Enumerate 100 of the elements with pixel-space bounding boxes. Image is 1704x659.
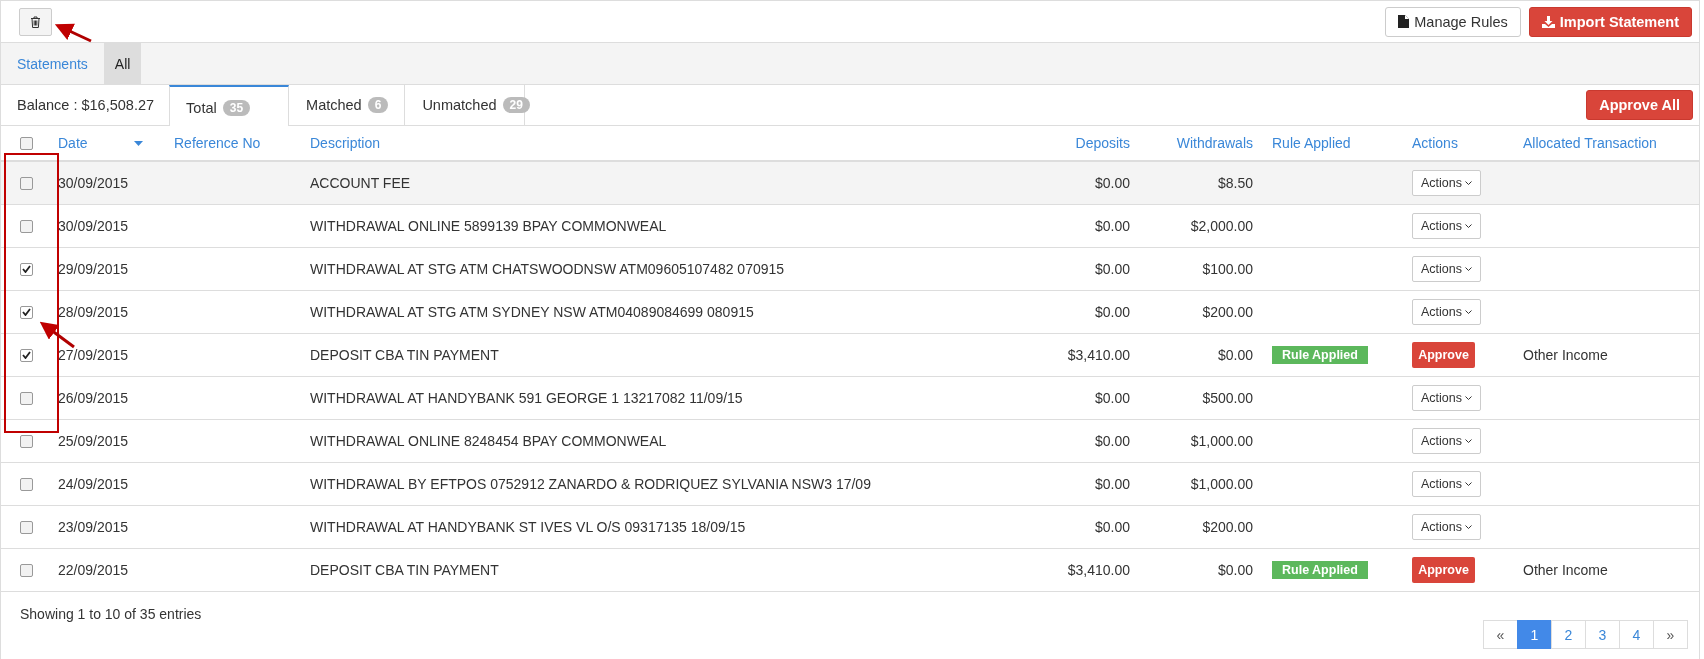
deposit-cell: $3,410.00 [1067, 347, 1130, 363]
withdrawal-cell: $100.00 [1202, 261, 1253, 277]
date-cell: 22/09/2015 [58, 562, 129, 578]
annotation-arrow [39, 321, 75, 349]
chevron-down-icon [1465, 439, 1472, 443]
actions-dropdown[interactable]: Actions [1412, 170, 1481, 196]
filter-tab[interactable]: Total 35 [169, 85, 290, 126]
approve-all-button[interactable]: Approve All [1586, 90, 1693, 120]
withdrawal-cell: $2,000.00 [1190, 218, 1253, 234]
date-cell: 27/09/2015 [58, 347, 129, 363]
filter-tab[interactable]: Unmatched 29 [405, 85, 526, 125]
description-cell: WITHDRAWAL ONLINE 8248454 BPAY COMMONWEAL [310, 433, 667, 449]
actions-dropdown[interactable]: Actions [1412, 256, 1481, 282]
deposit-cell: $0.00 [1094, 218, 1130, 234]
nav-tab[interactable]: Statements [6, 43, 99, 84]
deposit-cell: $0.00 [1094, 519, 1130, 535]
entries-info: Showing 1 to 10 of 35 entries [20, 606, 202, 622]
next-page-link[interactable]: » [1653, 620, 1688, 649]
column-header[interactable]: Date [58, 135, 88, 151]
nav-tab[interactable]: All [103, 43, 142, 84]
column-header[interactable]: Allocated Transaction [1523, 135, 1657, 151]
row-checkbox[interactable] [20, 520, 33, 534]
withdrawal-cell: $0.00 [1217, 562, 1253, 578]
column-header[interactable]: Actions [1412, 135, 1458, 151]
actions-dropdown[interactable]: Actions [1412, 299, 1481, 325]
row-checkbox[interactable] [20, 434, 33, 448]
actions-dropdown[interactable]: Actions [1412, 213, 1481, 239]
download-icon [1541, 15, 1555, 28]
count-badge: 35 [222, 99, 251, 116]
page-link[interactable]: 4 [1619, 620, 1654, 649]
withdrawal-cell: $200.00 [1202, 519, 1253, 535]
actions-dropdown[interactable]: Actions [1412, 514, 1481, 540]
annotation-arrow [54, 23, 92, 43]
sort-caret-icon[interactable] [134, 140, 143, 146]
row-checkbox[interactable] [20, 176, 33, 190]
tab-label: Unmatched [422, 97, 497, 113]
page-link[interactable]: 2 [1551, 620, 1586, 649]
column-header[interactable]: Description [310, 135, 381, 151]
column-header[interactable]: Reference No [174, 135, 261, 151]
chevron-down-icon [1465, 525, 1472, 529]
filter-tab[interactable]: Matched 6 [289, 85, 406, 125]
delete-button[interactable] [19, 7, 52, 36]
count-badge: 29 [502, 97, 530, 113]
description-cell: WITHDRAWAL ONLINE 5899139 BPAY COMMONWEAL [310, 218, 667, 234]
description-cell: DEPOSIT CBA TIN PAYMENT [310, 562, 499, 578]
chevron-down-icon [1465, 482, 1472, 486]
deposit-cell: $0.00 [1094, 433, 1130, 449]
description-cell: ACCOUNT FEE [310, 175, 411, 191]
deposit-cell: $0.00 [1094, 304, 1130, 320]
actions-dropdown[interactable]: Actions [1412, 471, 1481, 497]
actions-dropdown[interactable]: Actions [1412, 385, 1481, 411]
row-checkbox[interactable] [20, 348, 33, 362]
approve-button[interactable]: Approve [1412, 342, 1475, 368]
column-header[interactable]: Rule Applied [1272, 135, 1351, 151]
column-header[interactable]: Deposits [1075, 135, 1130, 151]
chevron-down-icon [1465, 224, 1472, 228]
rule-applied-badge: Rule Applied [1272, 346, 1368, 364]
rule-applied-badge: Rule Applied [1272, 561, 1368, 579]
row-checkbox[interactable] [20, 391, 33, 405]
approve-button[interactable]: Approve [1412, 557, 1475, 583]
import-button[interactable]: Import Statement [1528, 6, 1692, 37]
row-checkbox[interactable] [20, 262, 33, 276]
description-cell: WITHDRAWAL AT STG ATM CHATSWOODNSW ATM09605107482 070915 [310, 261, 785, 277]
description-cell: WITHDRAWAL BY EFTPOS 0752912 ZANARDO & RODRIQUEZ SYLVANIA NSW3 17/09 [310, 476, 871, 492]
description-cell: DEPOSIT CBA TIN PAYMENT [310, 347, 499, 363]
withdrawal-cell: $200.00 [1202, 304, 1253, 320]
date-cell: 23/09/2015 [58, 519, 129, 535]
description-cell: WITHDRAWAL AT HANDYBANK ST IVES VL O/S 09317135 18/09/15 [310, 519, 746, 535]
actions-dropdown[interactable]: Actions [1412, 428, 1481, 454]
allocated-cell: Other Income [1523, 347, 1608, 363]
tab-label: Total [186, 99, 217, 116]
chevron-down-icon [1465, 267, 1472, 271]
date-cell: 30/09/2015 [58, 218, 129, 234]
description-cell: WITHDRAWAL AT STG ATM SYDNEY NSW ATM04089084699 080915 [310, 304, 754, 320]
date-cell: 24/09/2015 [58, 476, 129, 492]
column-header[interactable]: Withdrawals [1176, 135, 1253, 151]
deposit-cell: $3,410.00 [1067, 562, 1130, 578]
chevron-down-icon [1465, 181, 1472, 185]
deposit-cell: $0.00 [1094, 175, 1130, 191]
manage-rules-button[interactable]: Manage Rules [1385, 6, 1521, 37]
date-cell: 30/09/2015 [58, 175, 129, 191]
page-link[interactable]: 3 [1585, 620, 1620, 649]
chevron-down-icon [1465, 310, 1472, 314]
row-checkbox[interactable] [20, 563, 33, 577]
withdrawal-cell: $1,000.00 [1190, 476, 1253, 492]
description-cell: WITHDRAWAL AT HANDYBANK 591 GEORGE 1 13217082 11/09/15 [310, 390, 743, 406]
allocated-cell: Other Income [1523, 562, 1608, 578]
deposit-cell: $0.00 [1094, 476, 1130, 492]
date-cell: 29/09/2015 [58, 261, 129, 277]
row-checkbox[interactable] [20, 305, 33, 319]
row-checkbox[interactable] [20, 477, 33, 491]
chevron-down-icon [1465, 396, 1472, 400]
tab-label: Matched [306, 97, 362, 113]
select-all-checkbox[interactable] [20, 136, 33, 150]
row-checkbox[interactable] [20, 219, 33, 233]
deposit-cell: $0.00 [1094, 261, 1130, 277]
deposit-cell: $0.00 [1094, 390, 1130, 406]
trash-icon [30, 15, 41, 28]
withdrawal-cell: $500.00 [1202, 390, 1253, 406]
page-link[interactable]: 1 [1517, 620, 1552, 649]
